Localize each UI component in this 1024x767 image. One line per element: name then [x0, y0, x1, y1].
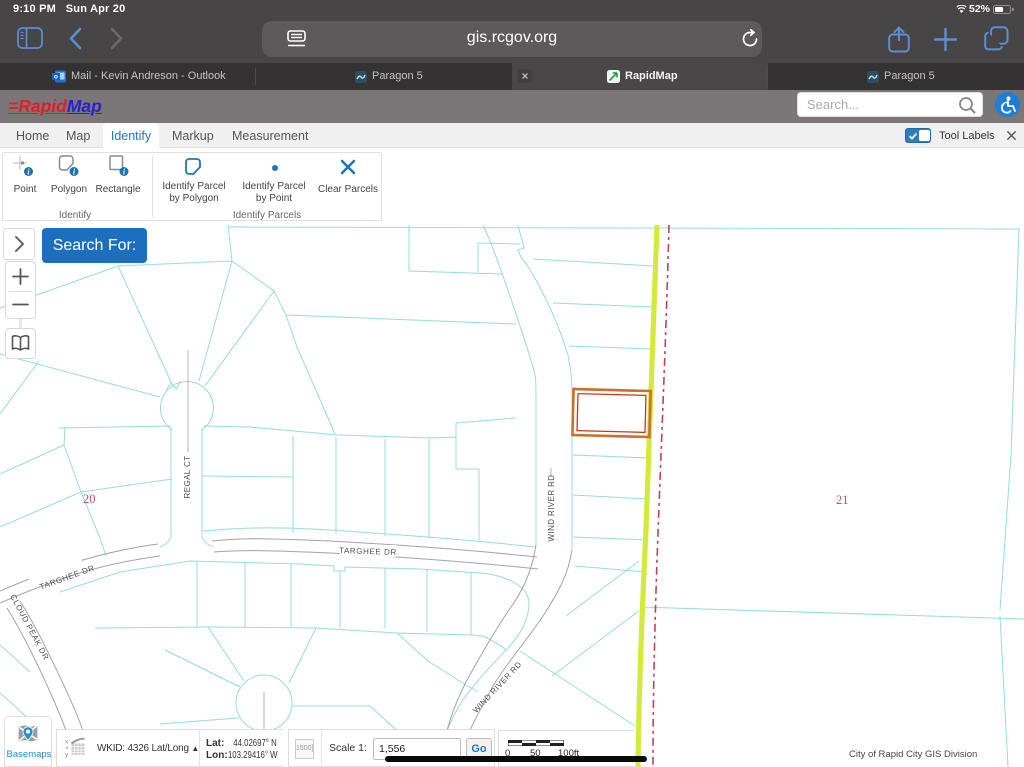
svg-text:WIND RIVER RD: WIND RIVER RD: [471, 660, 523, 715]
svg-text:WIND RIVER RD: WIND RIVER RD: [547, 475, 556, 542]
svg-text:o: o: [54, 74, 58, 81]
svg-text:CLOUD PEAK DR: CLOUD PEAK DR: [8, 593, 50, 662]
svg-text:20: 20: [83, 492, 96, 506]
svg-text:y: y: [65, 751, 69, 758]
svg-text:REGAL CT: REGAL CT: [183, 456, 192, 499]
svg-text:21: 21: [836, 493, 849, 507]
